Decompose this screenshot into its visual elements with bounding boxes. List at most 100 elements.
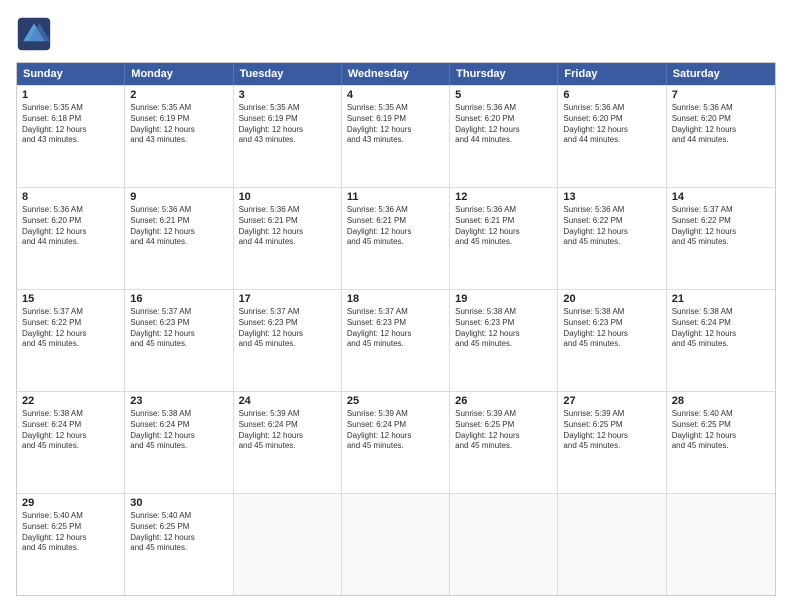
day-number: 14 [672, 191, 770, 203]
day-info: Sunrise: 5:39 AM Sunset: 6:25 PM Dayligh… [455, 409, 552, 452]
calendar-cell: 16 Sunrise: 5:37 AM Sunset: 6:23 PM Dayli… [125, 290, 233, 391]
calendar: SundayMondayTuesdayWednesdayThursdayFrid… [16, 62, 776, 596]
day-number: 17 [239, 293, 336, 305]
day-info: Sunrise: 5:36 AM Sunset: 6:21 PM Dayligh… [239, 205, 336, 248]
calendar-row: 1 Sunrise: 5:35 AM Sunset: 6:18 PM Daylig… [17, 85, 775, 187]
calendar-row: 22Sunrise: 5:38 AM Sunset: 6:24 PM Dayli… [17, 391, 775, 493]
calendar-cell: 15 Sunrise: 5:37 AM Sunset: 6:22 PM Dayli… [17, 290, 125, 391]
calendar-cell: 27 Sunrise: 5:39 AM Sunset: 6:25 PM Dayli… [558, 392, 666, 493]
calendar-cell: 17 Sunrise: 5:37 AM Sunset: 6:23 PM Dayli… [234, 290, 342, 391]
calendar-cell: 3 Sunrise: 5:35 AM Sunset: 6:19 PM Daylig… [234, 86, 342, 187]
day-number: 27 [563, 395, 660, 407]
day-number: 6 [563, 89, 660, 101]
day-number: 28 [672, 395, 770, 407]
day-number: 26 [455, 395, 552, 407]
weekday-header: Monday [125, 63, 233, 85]
calendar-cell: 9Sunrise: 5:36 AM Sunset: 6:21 PM Daylig… [125, 188, 233, 289]
day-info: Sunrise: 5:40 AM Sunset: 6:25 PM Dayligh… [22, 511, 119, 554]
weekday-header: Sunday [17, 63, 125, 85]
calendar-cell: 5 Sunrise: 5:36 AM Sunset: 6:20 PM Daylig… [450, 86, 558, 187]
calendar-cell [234, 494, 342, 595]
day-number: 7 [672, 89, 770, 101]
calendar-row: 8 Sunrise: 5:36 AM Sunset: 6:20 PM Daylig… [17, 187, 775, 289]
day-number: 25 [347, 395, 444, 407]
calendar-cell: 21 Sunrise: 5:38 AM Sunset: 6:24 PM Dayli… [667, 290, 775, 391]
day-number: 12 [455, 191, 552, 203]
day-number: 21 [672, 293, 770, 305]
calendar-cell: 14 Sunrise: 5:37 AM Sunset: 6:22 PM Dayli… [667, 188, 775, 289]
day-info: Sunrise: 5:38 AM Sunset: 6:24 PM Dayligh… [672, 307, 770, 350]
day-info: Sunrise: 5:36 AM Sunset: 6:21 PM Dayligh… [455, 205, 552, 248]
day-info: Sunrise: 5:35 AM Sunset: 6:18 PM Dayligh… [22, 103, 119, 146]
day-info: Sunrise: 5:35 AM Sunset: 6:19 PM Dayligh… [239, 103, 336, 146]
day-info: Sunrise: 5:36 AM Sunset: 6:20 PM Dayligh… [22, 205, 119, 248]
day-info: Sunrise: 5:37 AM Sunset: 6:22 PM Dayligh… [672, 205, 770, 248]
day-info: Sunrise: 5:37 AM Sunset: 6:22 PM Dayligh… [22, 307, 119, 350]
day-info: Sunrise: 5:38 AM Sunset: 6:23 PM Dayligh… [455, 307, 552, 350]
day-info: Sunrise: 5:38 AM Sunset: 6:24 PM Dayligh… [22, 409, 119, 452]
calendar-cell: 20 Sunrise: 5:38 AM Sunset: 6:23 PM Dayli… [558, 290, 666, 391]
day-number: 10 [239, 191, 336, 203]
calendar-cell: 4 Sunrise: 5:35 AM Sunset: 6:19 PM Daylig… [342, 86, 450, 187]
calendar-cell: 11Sunrise: 5:36 AM Sunset: 6:21 PM Dayli… [342, 188, 450, 289]
day-number: 3 [239, 89, 336, 101]
day-number: 19 [455, 293, 552, 305]
day-info: Sunrise: 5:35 AM Sunset: 6:19 PM Dayligh… [130, 103, 227, 146]
calendar-body: 1 Sunrise: 5:35 AM Sunset: 6:18 PM Daylig… [17, 85, 775, 595]
logo-icon [16, 16, 52, 52]
calendar-cell [558, 494, 666, 595]
calendar-row: 29 Sunrise: 5:40 AM Sunset: 6:25 PM Dayli… [17, 493, 775, 595]
day-number: 29 [22, 497, 119, 509]
weekday-header: Tuesday [234, 63, 342, 85]
day-number: 4 [347, 89, 444, 101]
day-number: 18 [347, 293, 444, 305]
calendar-cell: 18Sunrise: 5:37 AM Sunset: 6:23 PM Dayli… [342, 290, 450, 391]
calendar-cell: 29 Sunrise: 5:40 AM Sunset: 6:25 PM Dayli… [17, 494, 125, 595]
calendar-cell: 1 Sunrise: 5:35 AM Sunset: 6:18 PM Daylig… [17, 86, 125, 187]
calendar-cell [342, 494, 450, 595]
day-info: Sunrise: 5:40 AM Sunset: 6:25 PM Dayligh… [130, 511, 227, 554]
day-number: 5 [455, 89, 552, 101]
day-info: Sunrise: 5:38 AM Sunset: 6:24 PM Dayligh… [130, 409, 227, 452]
weekday-header: Thursday [450, 63, 558, 85]
calendar-cell: 8 Sunrise: 5:36 AM Sunset: 6:20 PM Daylig… [17, 188, 125, 289]
weekday-header: Wednesday [342, 63, 450, 85]
calendar-cell: 2Sunrise: 5:35 AM Sunset: 6:19 PM Daylig… [125, 86, 233, 187]
day-info: Sunrise: 5:36 AM Sunset: 6:20 PM Dayligh… [563, 103, 660, 146]
calendar-cell: 13 Sunrise: 5:36 AM Sunset: 6:22 PM Dayli… [558, 188, 666, 289]
day-number: 13 [563, 191, 660, 203]
day-number: 9 [130, 191, 227, 203]
day-info: Sunrise: 5:36 AM Sunset: 6:22 PM Dayligh… [563, 205, 660, 248]
calendar-cell: 22Sunrise: 5:38 AM Sunset: 6:24 PM Dayli… [17, 392, 125, 493]
day-number: 8 [22, 191, 119, 203]
day-info: Sunrise: 5:36 AM Sunset: 6:20 PM Dayligh… [672, 103, 770, 146]
calendar-cell: 19 Sunrise: 5:38 AM Sunset: 6:23 PM Dayli… [450, 290, 558, 391]
day-number: 16 [130, 293, 227, 305]
calendar-header: SundayMondayTuesdayWednesdayThursdayFrid… [17, 63, 775, 85]
weekday-header: Saturday [667, 63, 775, 85]
day-info: Sunrise: 5:37 AM Sunset: 6:23 PM Dayligh… [130, 307, 227, 350]
calendar-cell: 10 Sunrise: 5:36 AM Sunset: 6:21 PM Dayli… [234, 188, 342, 289]
calendar-cell: 30Sunrise: 5:40 AM Sunset: 6:25 PM Dayli… [125, 494, 233, 595]
day-info: Sunrise: 5:39 AM Sunset: 6:25 PM Dayligh… [563, 409, 660, 452]
calendar-row: 15 Sunrise: 5:37 AM Sunset: 6:22 PM Dayli… [17, 289, 775, 391]
weekday-header: Friday [558, 63, 666, 85]
logo [16, 16, 56, 52]
day-info: Sunrise: 5:36 AM Sunset: 6:20 PM Dayligh… [455, 103, 552, 146]
calendar-cell: 25 Sunrise: 5:39 AM Sunset: 6:24 PM Dayli… [342, 392, 450, 493]
calendar-cell [667, 494, 775, 595]
day-number: 1 [22, 89, 119, 101]
day-info: Sunrise: 5:35 AM Sunset: 6:19 PM Dayligh… [347, 103, 444, 146]
header [16, 16, 776, 52]
day-number: 15 [22, 293, 119, 305]
day-number: 23 [130, 395, 227, 407]
calendar-cell: 7 Sunrise: 5:36 AM Sunset: 6:20 PM Daylig… [667, 86, 775, 187]
day-info: Sunrise: 5:40 AM Sunset: 6:25 PM Dayligh… [672, 409, 770, 452]
calendar-cell: 24Sunrise: 5:39 AM Sunset: 6:24 PM Dayli… [234, 392, 342, 493]
calendar-cell: 26 Sunrise: 5:39 AM Sunset: 6:25 PM Dayli… [450, 392, 558, 493]
day-number: 20 [563, 293, 660, 305]
day-info: Sunrise: 5:38 AM Sunset: 6:23 PM Dayligh… [563, 307, 660, 350]
day-info: Sunrise: 5:39 AM Sunset: 6:24 PM Dayligh… [347, 409, 444, 452]
day-info: Sunrise: 5:37 AM Sunset: 6:23 PM Dayligh… [239, 307, 336, 350]
calendar-cell: 6 Sunrise: 5:36 AM Sunset: 6:20 PM Daylig… [558, 86, 666, 187]
